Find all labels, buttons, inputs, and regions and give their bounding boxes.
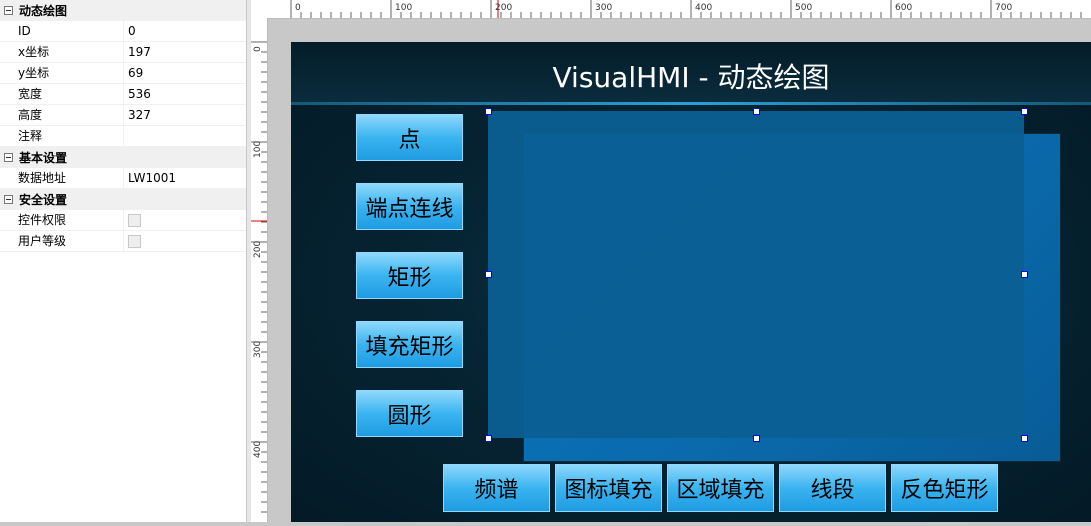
v-ruler-label: 400 — [253, 440, 263, 458]
resize-handle-nw[interactable] — [485, 108, 492, 115]
v-ruler-label: 0 — [253, 46, 263, 52]
category-title: 基本设置 — [19, 150, 68, 165]
h-ruler-label: 600 — [895, 3, 913, 13]
button-filled-rectangle[interactable]: 填充矩形 — [356, 321, 463, 368]
prop-row-data-address[interactable]: 数据地址 LW1001 — [0, 168, 246, 189]
button-segment[interactable]: 线段 — [779, 464, 886, 512]
h-ruler-label: 0 — [295, 3, 301, 13]
v-ruler-label: 300 — [253, 340, 263, 358]
button-line[interactable]: 端点连线 — [356, 183, 463, 230]
v-ruler-label: 200 — [253, 240, 263, 258]
prop-row-width[interactable]: 宽度 536 — [0, 84, 246, 105]
prop-key: 用户等级 — [0, 231, 124, 251]
button-point[interactable]: 点 — [356, 114, 463, 161]
button-inverse-rectangle[interactable]: 反色矩形 — [891, 464, 998, 512]
category-title: 动态绘图 — [19, 3, 68, 18]
prop-row-y[interactable]: y坐标 69 — [0, 63, 246, 84]
button-icon-fill[interactable]: 图标填充 — [555, 464, 662, 512]
prop-row-x[interactable]: x坐标 197 — [0, 42, 246, 63]
category-title: 安全设置 — [19, 192, 68, 207]
prop-value[interactable]: 69 — [124, 63, 246, 83]
prop-key: ID — [0, 21, 124, 41]
horizontal-ruler-ticks — [290, 0, 1082, 18]
prop-key: y坐标 — [0, 63, 124, 83]
v-ruler-label: 100 — [253, 140, 263, 158]
prop-key: 注释 — [0, 126, 124, 146]
prop-value[interactable] — [124, 126, 246, 146]
h-ruler-label: 700 — [995, 3, 1013, 13]
prop-row-height[interactable]: 高度 327 — [0, 105, 246, 126]
prop-value[interactable]: 197 — [124, 42, 246, 62]
prop-value[interactable]: 536 — [124, 84, 246, 104]
collapse-icon[interactable] — [4, 194, 13, 204]
prop-row-id[interactable]: ID 0 — [0, 21, 246, 42]
prop-value[interactable]: LW1001 — [124, 168, 246, 188]
dynamic-draw-area[interactable] — [488, 111, 1024, 438]
prop-key: 宽度 — [0, 84, 124, 104]
vertical-ruler: 0 100 200 300 400 — [251, 18, 268, 522]
title-divider — [291, 102, 1091, 105]
resize-handle-n[interactable] — [753, 108, 760, 115]
h-ruler-label: 200 — [495, 3, 513, 13]
collapse-icon[interactable] — [4, 5, 13, 15]
horizontal-ruler: 0 100 200 300 400 500 600 700 — [251, 0, 1091, 19]
screen-title: VisualHMI - 动态绘图 — [552, 61, 830, 94]
prop-key: x坐标 — [0, 42, 124, 62]
button-circle[interactable]: 圆形 — [356, 390, 463, 437]
category-security-settings[interactable]: 安全设置 — [0, 189, 246, 210]
hmi-screen-canvas[interactable]: VisualHMI - 动态绘图 点 端点连线 矩形 填充矩形 圆形 频谱 图标… — [291, 42, 1091, 522]
prop-row-permission[interactable]: 控件权限 — [0, 210, 246, 231]
h-ruler-label: 300 — [595, 3, 613, 13]
resize-handle-sw[interactable] — [485, 435, 492, 442]
prop-row-user-level[interactable]: 用户等级 — [0, 231, 246, 252]
resize-handle-e[interactable] — [1021, 271, 1028, 278]
button-spectrum[interactable]: 频谱 — [443, 464, 550, 512]
category-basic-settings[interactable]: 基本设置 — [0, 147, 246, 168]
h-ruler-label: 100 — [395, 3, 413, 13]
collapse-icon[interactable] — [4, 152, 13, 162]
button-rectangle[interactable]: 矩形 — [356, 252, 463, 299]
resize-handle-w[interactable] — [485, 271, 492, 278]
resize-handle-s[interactable] — [753, 435, 760, 442]
prop-key: 高度 — [0, 105, 124, 125]
h-ruler-label: 500 — [795, 3, 813, 13]
prop-row-comment[interactable]: 注释 — [0, 126, 246, 147]
user-level-checkbox[interactable] — [128, 235, 141, 248]
resize-handle-ne[interactable] — [1021, 108, 1028, 115]
prop-value[interactable]: 327 — [124, 105, 246, 125]
prop-key: 数据地址 — [0, 168, 124, 188]
prop-value[interactable] — [124, 210, 246, 230]
ruler-corner — [251, 0, 267, 18]
category-dynamic-draw[interactable]: 动态绘图 — [0, 0, 246, 21]
h-ruler-label: 400 — [695, 3, 713, 13]
property-panel: 动态绘图 ID 0 x坐标 197 y坐标 69 宽度 536 高度 327 注释 基本设… — [0, 0, 246, 522]
prop-value[interactable]: 0 — [124, 21, 246, 41]
prop-key: 控件权限 — [0, 210, 124, 230]
permission-checkbox[interactable] — [128, 214, 141, 227]
resize-handle-se[interactable] — [1021, 435, 1028, 442]
prop-value[interactable] — [124, 231, 246, 251]
button-area-fill[interactable]: 区域填充 — [667, 464, 774, 512]
